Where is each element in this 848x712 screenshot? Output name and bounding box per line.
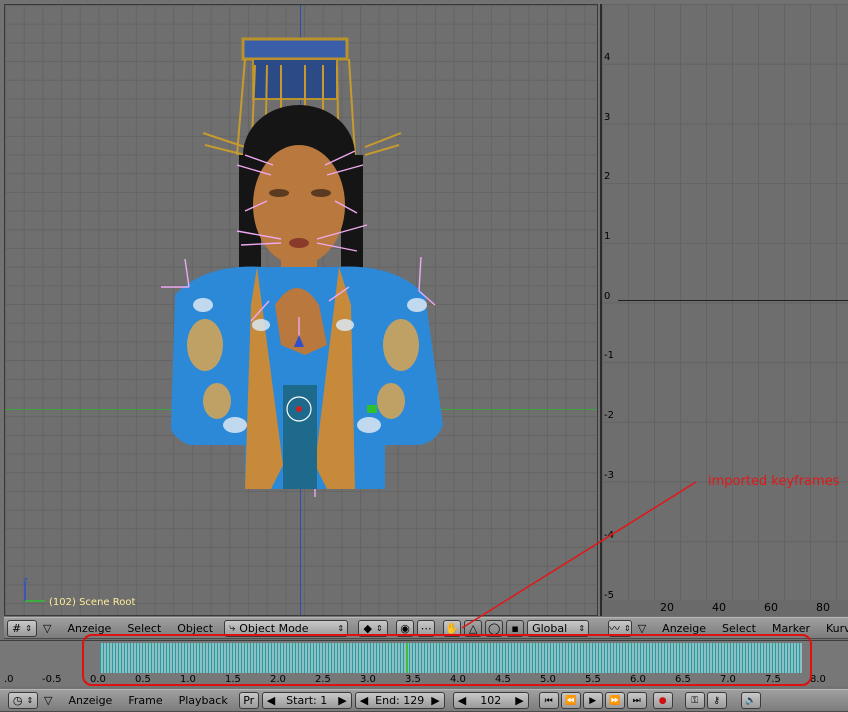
grid-icon: # (12, 621, 22, 635)
timeline-tick: 8.0 (810, 674, 826, 685)
updown-icon: ⇕ (624, 623, 631, 633)
updown-icon: ⇕ (26, 696, 34, 705)
x-axis-labels: 20 40 60 80 (602, 600, 848, 616)
annotation-label: imported keyframes (708, 474, 840, 489)
prev-keyframe-button[interactable]: ⏪ (560, 692, 581, 709)
object-mode-icon: ⤷ (229, 621, 236, 634)
pivot-icon: ◉ (400, 621, 410, 635)
timeline-header: ◷ ⇕ ▽ Anzeige Frame Playback Pr ◀ Start: … (0, 689, 848, 712)
menu-object[interactable]: Object (177, 622, 213, 635)
menu-anzeige[interactable]: Anzeige (67, 622, 111, 635)
collapse-menu-icon[interactable]: ▽ (43, 622, 51, 635)
left-arrow-icon: ◀ (266, 694, 276, 707)
jump-start-button[interactable]: ⏮ (538, 692, 559, 709)
menu-select[interactable]: Select (127, 622, 161, 635)
left-arrow-icon: ◀ (457, 694, 467, 707)
updown-icon: ⇕ (375, 623, 383, 633)
scene-label: (102) Scene Root (49, 597, 136, 608)
svg-text:z: z (23, 577, 28, 586)
fast-forward-icon: ⏩ (609, 695, 621, 706)
keyframes-highlight-box (82, 634, 812, 686)
menu-anzeige[interactable]: Anzeige (662, 622, 706, 635)
hand-icon: ✋ (445, 621, 459, 635)
preview-range-button[interactable]: Pr (238, 692, 259, 709)
x-label: 60 (764, 601, 778, 614)
3d-viewport[interactable]: z (102) Scene Root (4, 4, 598, 616)
record-button[interactable]: ● (652, 692, 673, 709)
next-keyframe-button[interactable]: ⏩ (604, 692, 625, 709)
circle-icon: ◯ (487, 621, 501, 635)
menu-curve[interactable]: Kurv (826, 622, 848, 635)
editor-type-button[interactable]: ◷ ⇕ (8, 692, 38, 709)
updown-icon: ⇕ (25, 623, 32, 633)
collapse-menu-icon[interactable]: ▽ (44, 694, 52, 707)
end-frame-field[interactable]: ◀ End: 129 ▶ (354, 692, 445, 709)
x-label: 20 (660, 601, 674, 614)
audio-button[interactable]: 🔈 (740, 692, 761, 709)
updown-icon: ⇕ (578, 623, 586, 633)
record-icon: ● (658, 695, 667, 706)
menu-frame[interactable]: Frame (128, 694, 162, 707)
y-label: 1 (604, 231, 611, 242)
y-axis-labels: 4 3 2 1 0 -1 -2 -3 -4 -5 (602, 4, 618, 616)
menu-select[interactable]: Select (722, 622, 756, 635)
play-icon: ▶ (589, 695, 597, 706)
jump-end-button[interactable]: ⏭ (626, 692, 647, 709)
timeline-tick: .0 (4, 674, 14, 685)
y-label: 3 (604, 112, 611, 123)
view-axes-gizmo: z (23, 577, 45, 602)
menu-anzeige[interactable]: Anzeige (68, 694, 112, 707)
menu-marker[interactable]: Marker (772, 622, 810, 635)
square-icon: ▪ (511, 621, 519, 635)
clock-icon: ◷ (12, 694, 23, 707)
solid-shading-icon: ◆ (363, 621, 372, 635)
collapse-menu-icon[interactable]: ▽ (638, 622, 646, 635)
x-label: 80 (816, 601, 830, 614)
y-label: 0 (604, 291, 611, 302)
right-arrow-icon: ▶ (515, 694, 524, 707)
y-label: -2 (604, 410, 614, 421)
zero-line (618, 300, 848, 301)
keying-set-button[interactable]: ⚿ (684, 692, 705, 709)
editor-type-button[interactable]: # ⇕ (7, 619, 37, 637)
x-label: 40 (712, 601, 726, 614)
current-frame-field[interactable]: ◀ 102 ▶ (452, 692, 529, 709)
key-icon: ⚷ (713, 695, 720, 706)
y-label: -4 (604, 530, 614, 541)
timeline-tick: -0.5 (42, 674, 62, 685)
updown-icon: ⇕ (337, 623, 345, 633)
right-arrow-icon: ▶ (431, 694, 440, 707)
character-model[interactable] (5, 5, 598, 616)
start-frame-field[interactable]: ◀ Start: 1 ▶ (261, 692, 352, 709)
play-button[interactable]: ▶ (582, 692, 603, 709)
key-icon: ⚿ (691, 695, 699, 706)
jump-end-icon: ⏭ (632, 695, 641, 706)
ipo-curve-editor[interactable]: 4 3 2 1 0 -1 -2 -3 -4 -5 20 40 60 80 (600, 4, 848, 616)
layers-icon: ⋯ (420, 621, 432, 635)
y-label: -1 (604, 350, 614, 361)
menu-playback[interactable]: Playback (179, 694, 228, 707)
triangle-icon: △ (468, 621, 478, 635)
left-arrow-icon: ◀ (359, 694, 369, 707)
y-label: 4 (604, 52, 611, 63)
auto-key-button[interactable]: ⚷ (706, 692, 727, 709)
speaker-icon: 🔈 (745, 695, 757, 706)
y-label: -3 (604, 470, 614, 481)
rewind-icon: ⏪ (565, 695, 577, 706)
jump-start-icon: ⏮ (544, 695, 553, 706)
right-arrow-icon: ▶ (338, 694, 347, 707)
y-label: 2 (604, 171, 611, 182)
